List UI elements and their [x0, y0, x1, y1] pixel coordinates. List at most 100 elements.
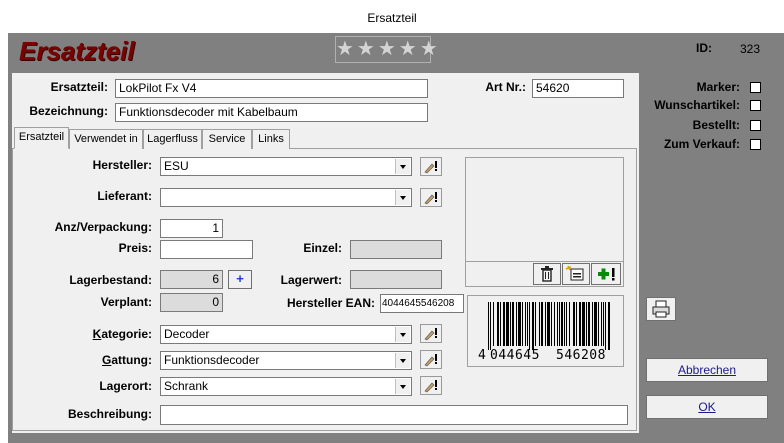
marker-checkbox[interactable] [750, 82, 761, 93]
barcode-bar [564, 302, 565, 346]
barcode-bar [592, 302, 593, 346]
barcode-bar [532, 302, 534, 350]
gattung-combo[interactable]: Funktionsdecoder [160, 351, 412, 370]
barcode-bar [488, 302, 489, 350]
id-value: 323 [740, 42, 761, 56]
chevron-down-icon[interactable] [395, 327, 410, 342]
lagerort-edit-button[interactable] [420, 376, 442, 395]
barcode-bar [510, 302, 511, 346]
chevron-down-icon[interactable] [395, 159, 410, 174]
zum-verkauf-label: Zum Verkauf: [663, 137, 740, 151]
gattung-value: Funktionsdecoder [164, 353, 260, 367]
load-image-button[interactable] [562, 263, 590, 285]
barcode-bar [566, 302, 567, 346]
hersteller-ean-label: Hersteller EAN: [286, 296, 375, 310]
abbrechen-button[interactable]: Abbrechen [646, 358, 768, 382]
barcode-bar [493, 302, 494, 346]
kategorie-value: Decoder [164, 327, 210, 341]
window-title-bar: Ersatzteil [0, 0, 784, 32]
kategorie-edit-button[interactable] [420, 324, 442, 343]
barcode-bar [594, 302, 597, 346]
barcode-bar [527, 302, 528, 346]
hersteller-label: Hersteller: [92, 158, 152, 172]
abbrechen-label: Abbrechen [677, 363, 737, 377]
lagerort-label: Lagerort: [99, 379, 152, 393]
form-title: Ersatzteil [19, 36, 135, 66]
lagerort-combo[interactable]: Schrank [160, 377, 412, 396]
tab-ersatzteil[interactable]: Ersatzteil [14, 127, 69, 149]
bezeichnung-input[interactable]: Funktionsdecoder mit Kabelbaum [115, 103, 428, 122]
barcode-digits-left: 044645 [490, 348, 540, 363]
barcode-bar [586, 302, 587, 346]
artnr-input[interactable]: 54620 [532, 79, 624, 98]
barcode-bar [605, 302, 606, 350]
hersteller-edit-button[interactable] [420, 157, 442, 176]
wunschartikel-checkbox[interactable] [750, 100, 761, 111]
barcode-bar [525, 302, 526, 346]
barcode-bar [551, 302, 552, 346]
edit-list-icon [424, 328, 437, 341]
barcode-bar [518, 302, 521, 346]
barcode-bar [541, 302, 543, 346]
tab-verwendet-in[interactable]: Verwendet in [69, 129, 143, 149]
chevron-down-icon[interactable] [395, 190, 410, 205]
gattung-label: Gattung: [102, 353, 152, 367]
barcode-bar [529, 302, 530, 350]
barcode-bar [500, 302, 501, 346]
verplant-label: Verplant: [100, 295, 152, 309]
bestellt-label: Bestellt: [692, 118, 740, 132]
tab-lagerfluss[interactable]: Lagerfluss [143, 129, 202, 149]
edit-list-icon [424, 380, 437, 393]
anz-verpackung-input[interactable]: 1 [160, 219, 223, 238]
lagerwert-label: Lagerwert: [280, 273, 342, 287]
lagerort-value: Schrank [164, 379, 209, 393]
lieferant-combo[interactable] [160, 188, 412, 207]
ersatzteil-label: Ersatzteil: [50, 80, 108, 94]
barcode-bar [535, 302, 536, 346]
lagerbestand-label: Lagerbestand: [69, 273, 152, 287]
lagerbestand-plus-button[interactable]: + [228, 270, 252, 289]
bestellt-checkbox[interactable] [750, 120, 761, 131]
barcode-bar [539, 302, 540, 346]
lieferant-edit-button[interactable] [420, 188, 442, 207]
tab-links[interactable]: Links [252, 129, 290, 149]
kategorie-label: Kategorie: [92, 327, 152, 341]
delete-image-button[interactable] [533, 263, 561, 285]
einzel-label: Einzel: [303, 241, 342, 255]
ok-button[interactable]: OK [646, 395, 768, 419]
hersteller-combo[interactable]: ESU [160, 157, 412, 176]
edit-list-icon [424, 192, 437, 205]
barcode-bar [579, 302, 581, 346]
barcode-bar [561, 302, 563, 346]
edit-list-icon [424, 161, 437, 174]
chevron-down-icon[interactable] [395, 353, 410, 368]
tab-service[interactable]: Service [202, 129, 252, 149]
barcode-bar [588, 302, 590, 346]
wunschartikel-label: Wunschartikel: [654, 98, 740, 112]
trash-icon [541, 266, 553, 282]
gattung-edit-button[interactable] [420, 350, 442, 369]
barcode-bar [547, 302, 550, 346]
image-divider [466, 261, 623, 262]
print-button[interactable] [646, 297, 676, 321]
lagerwert-value [350, 270, 442, 289]
kategorie-combo[interactable]: Decoder [160, 325, 412, 344]
plus-green-icon [598, 268, 615, 281]
bezeichnung-label: Bezeichnung: [29, 104, 108, 118]
zum-verkauf-checkbox[interactable] [750, 139, 761, 150]
rating-stars[interactable]: ★★★★★ [335, 36, 438, 63]
preis-input[interactable] [160, 240, 253, 259]
ersatzteil-input[interactable]: LokPilot Fx V4 [115, 79, 428, 98]
marker-label: Marker: [696, 80, 740, 94]
barcode-bar [576, 302, 577, 346]
artnr-label: Art Nr.: [485, 80, 526, 94]
beschreibung-input[interactable] [160, 405, 628, 425]
ok-label: OK [698, 400, 716, 414]
barcode-bar [582, 302, 585, 346]
anz-verpackung-label: Anz/Verpackung: [54, 220, 152, 234]
chevron-down-icon[interactable] [395, 379, 410, 394]
hersteller-ean-input[interactable]: 4044645546208 [380, 294, 464, 313]
barcode-bar [522, 302, 523, 346]
add-image-button[interactable] [591, 263, 621, 285]
window-title: Ersatzteil [367, 11, 417, 25]
